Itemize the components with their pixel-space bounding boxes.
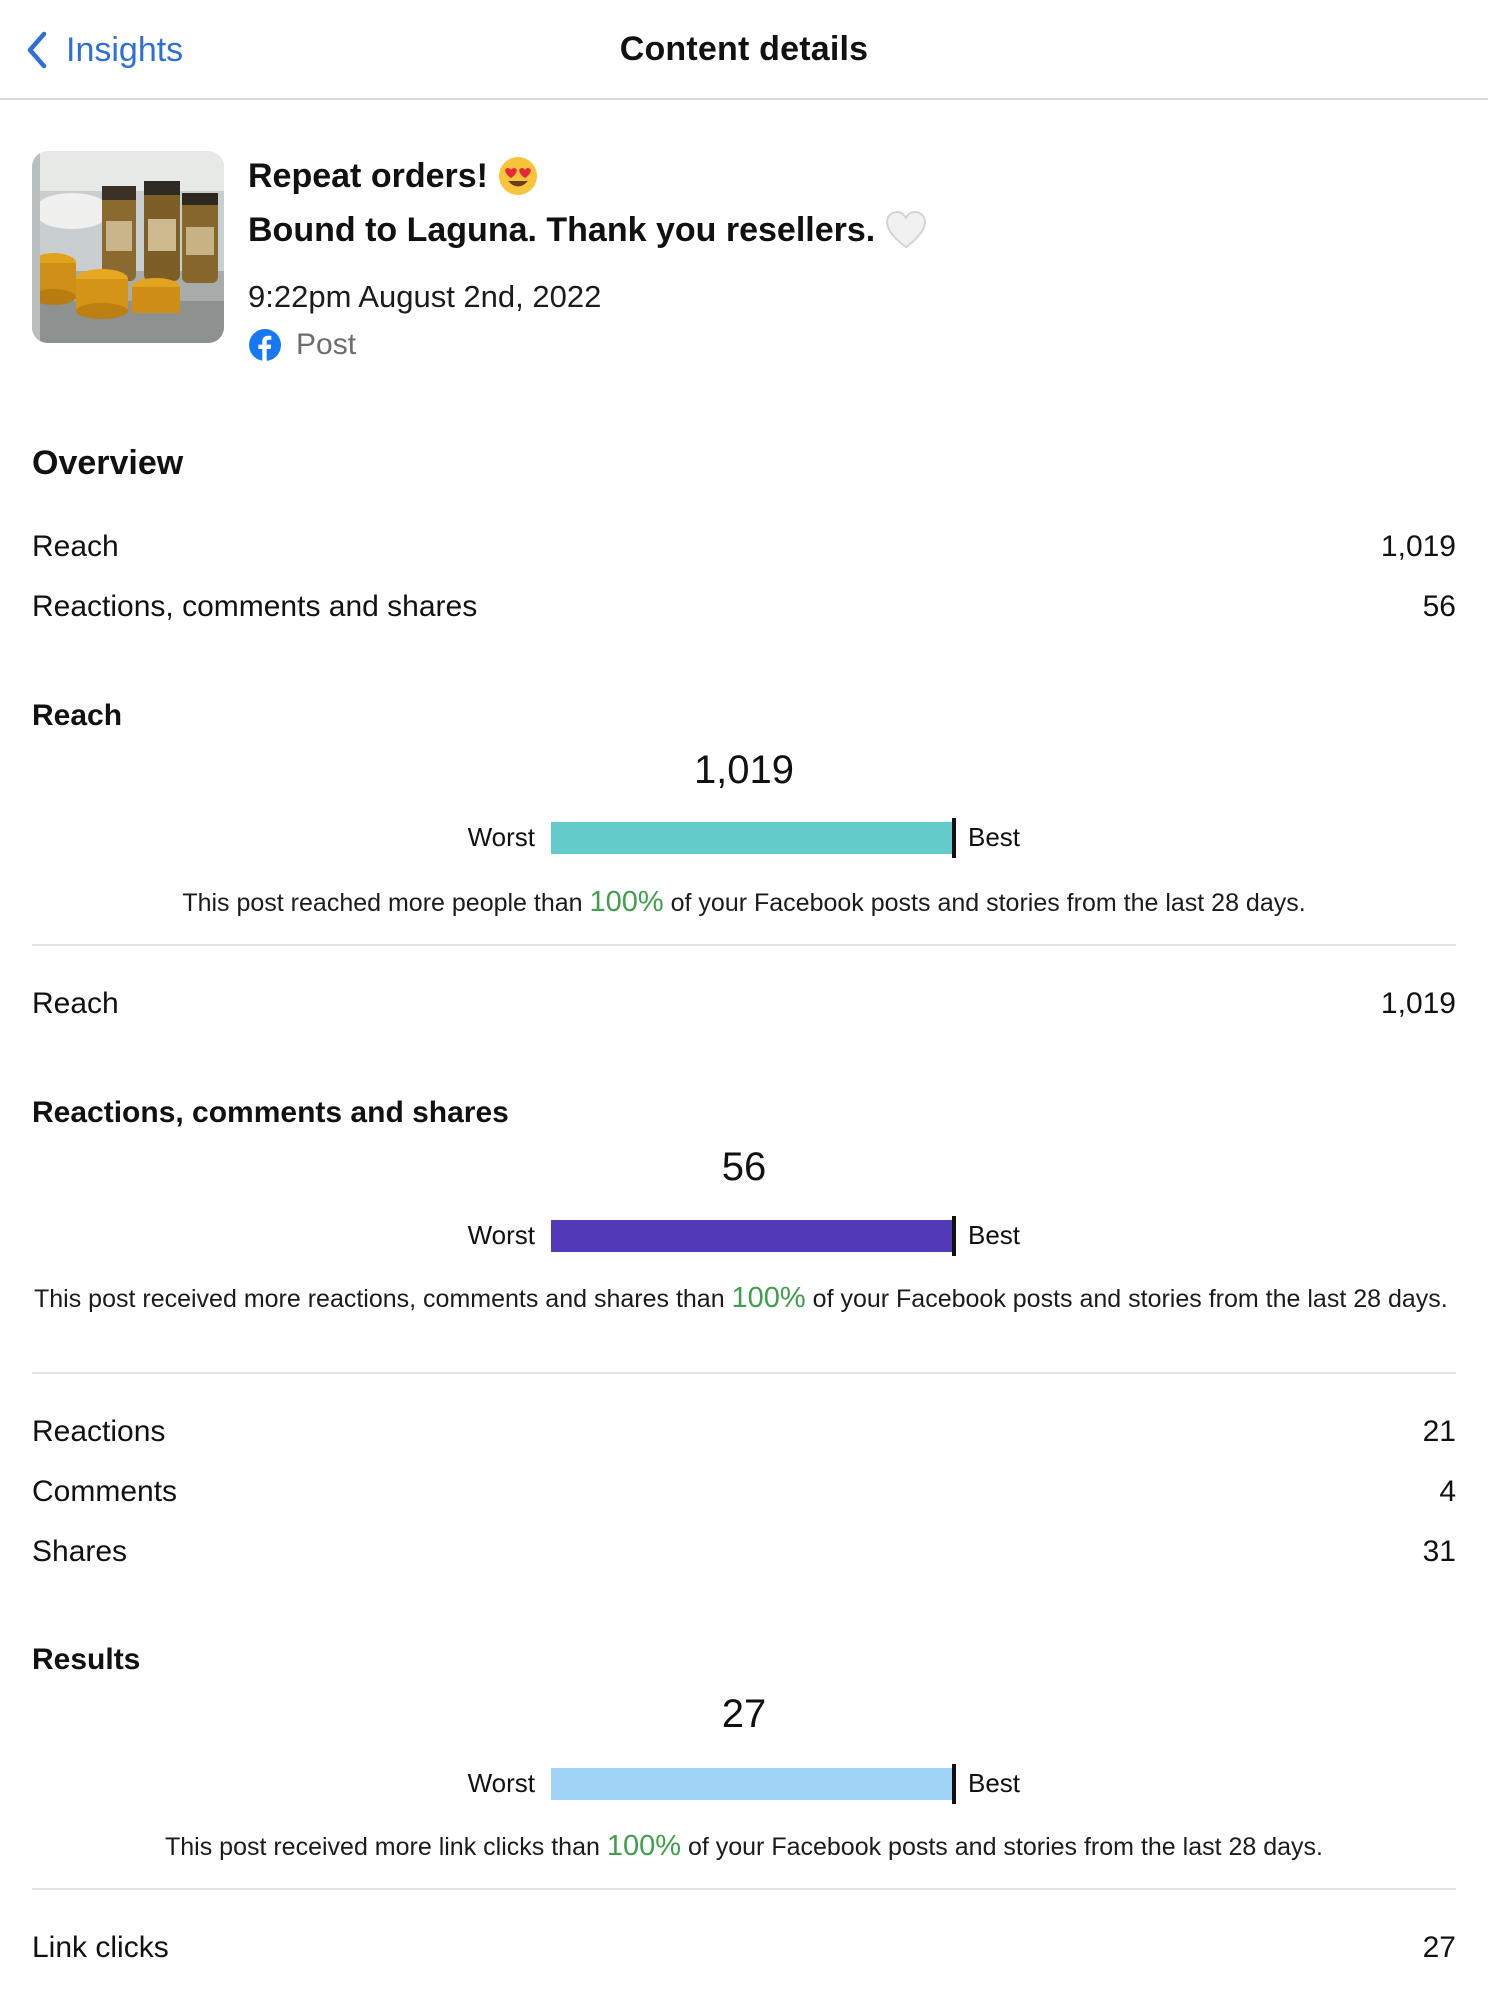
best-label: Best: [968, 1220, 1021, 1250]
best-label: Best: [968, 822, 1021, 852]
reach-description: This post reached more people than 100% …: [32, 886, 1456, 919]
results-description: This post received more link clicks than…: [32, 1830, 1456, 1863]
divider: [32, 1372, 1456, 1374]
engagement-section-title: Reactions, comments and shares: [32, 1096, 509, 1129]
page-title: Content details: [619, 30, 869, 68]
best-marker: [952, 1764, 956, 1804]
worst-label: Worst: [467, 1768, 535, 1798]
row-value: 27: [1422, 1931, 1456, 1964]
row-label: Reach: [32, 987, 119, 1020]
best-marker: [952, 818, 956, 858]
engagement-scale: Worst Best: [0, 1216, 1488, 1256]
worst-label: Worst: [467, 1220, 535, 1250]
overview-row-reach: Reach 1,019: [32, 530, 1456, 564]
shares-row: Shares 31: [32, 1535, 1456, 1569]
post-title-line2: Bound to Laguna. Thank you resellers.: [248, 210, 927, 250]
row-value: 1,019: [1380, 987, 1456, 1020]
engagement-description: This post received more reactions, comme…: [34, 1282, 1456, 1315]
engagement-value: 56: [721, 1145, 767, 1189]
desc-text: of your Facebook posts and stories from …: [805, 1285, 1448, 1313]
row-label: Link clicks: [32, 1931, 169, 1964]
desc-text: This post reached more people than: [182, 889, 590, 917]
row-label: Reach: [32, 530, 119, 563]
post-type: Post: [248, 328, 356, 362]
desc-text: This post received more reactions, comme…: [34, 1285, 732, 1313]
row-label: Shares: [32, 1535, 128, 1568]
link-clicks-row: Link clicks 27: [32, 1931, 1456, 1965]
reach-row: Reach 1,019: [32, 987, 1456, 1021]
post-title-line2-text: Bound to Laguna. Thank you resellers.: [248, 210, 876, 249]
best-marker: [952, 1216, 956, 1256]
heart-eyes-emoji-icon: [498, 157, 537, 195]
post-timestamp: 9:22pm August 2nd, 2022: [248, 279, 602, 314]
post-type-label: Post: [296, 328, 357, 361]
row-value: 4: [1439, 1475, 1456, 1508]
comments-row: Comments 4: [32, 1475, 1456, 1509]
post-thumbnail[interactable]: [32, 151, 224, 343]
row-value: 56: [1422, 590, 1456, 623]
percentile-value: 100%: [731, 1282, 806, 1314]
content-details-page: Insights Content details Repeat orders! …: [0, 0, 1488, 1992]
reach-section-title: Reach: [32, 699, 123, 732]
desc-text: of your Facebook posts and stories from …: [681, 1833, 1323, 1861]
row-value: 31: [1422, 1535, 1456, 1568]
reactions-row: Reactions 21: [32, 1415, 1456, 1449]
reach-percentile-bar: [551, 822, 953, 854]
navigation-bar: Insights Content details: [0, 0, 1488, 100]
divider: [32, 1888, 1456, 1890]
overview-row-engagement: Reactions, comments and shares 56: [32, 590, 1456, 624]
results-section-title: Results: [32, 1643, 141, 1676]
desc-text: of your Facebook posts and stories from …: [663, 889, 1306, 917]
overview-title: Overview: [32, 444, 184, 482]
row-label: Reactions: [32, 1415, 166, 1448]
desc-text: This post received more link clicks than: [164, 1833, 607, 1861]
results-scale: Worst Best: [0, 1764, 1488, 1804]
row-value: 21: [1422, 1415, 1456, 1448]
results-percentile-bar: [551, 1768, 953, 1800]
post-title-line1: Repeat orders!: [248, 156, 538, 196]
row-value: 1,019: [1380, 530, 1456, 563]
engagement-percentile-bar: [551, 1220, 953, 1252]
reach-value: 1,019: [693, 748, 795, 792]
reach-scale: Worst Best: [0, 818, 1488, 858]
best-label: Best: [968, 1768, 1021, 1798]
results-value: 27: [721, 1692, 767, 1736]
worst-label: Worst: [467, 822, 535, 852]
divider: [32, 944, 1456, 946]
row-label: Comments: [32, 1475, 178, 1508]
percentile-value: 100%: [606, 1830, 681, 1862]
facebook-icon: [249, 329, 281, 361]
white-heart-emoji-icon: [886, 210, 927, 249]
percentile-value: 100%: [589, 886, 664, 918]
post-title-line1-text: Repeat orders!: [248, 156, 488, 195]
row-label: Reactions, comments and shares: [32, 590, 478, 623]
